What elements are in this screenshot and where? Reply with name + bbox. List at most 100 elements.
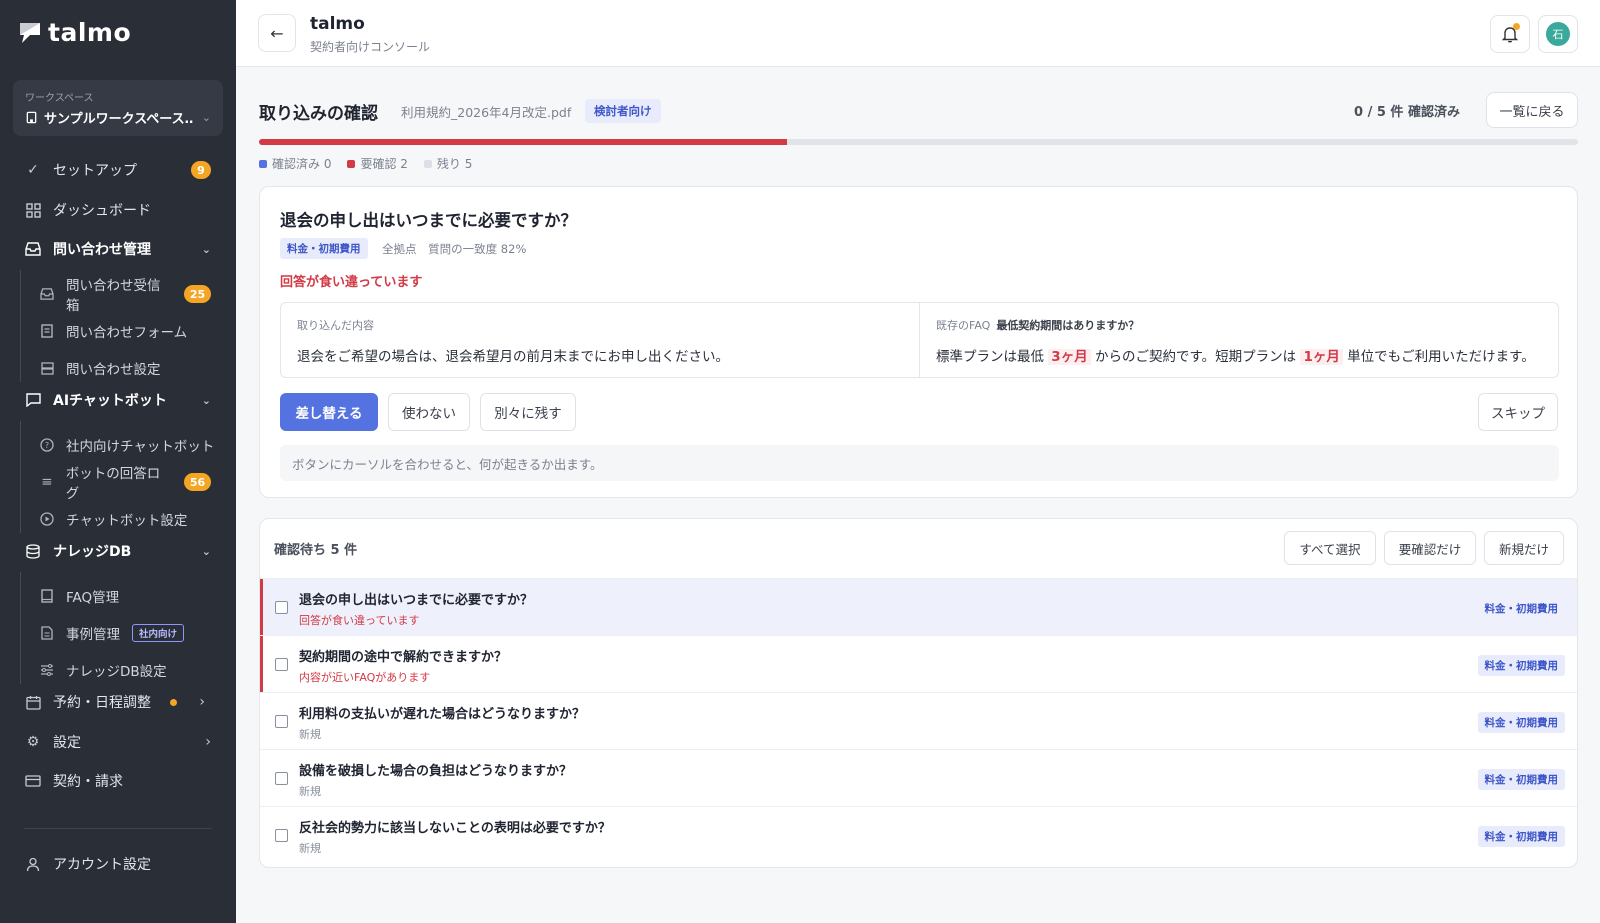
queue-row[interactable]: 反社会的勢力に該当しないことの表明は必要ですか？ 新規 料金・初期費用 bbox=[260, 806, 1577, 863]
sidebar-item-label: 設定 bbox=[53, 735, 81, 751]
row-title: 設備を破損した場合の負担はどうなりますか？ bbox=[299, 764, 573, 779]
progress-legend: 確認済み 0 要確認 2 残り 5 bbox=[259, 155, 472, 172]
review-queue: 確認待ち 5 件 すべて選択 要確認だけ 新規だけ 退会の申し出はいつまでに必要… bbox=[259, 518, 1578, 868]
row-category-tag: 料金・初期費用 bbox=[1484, 603, 1559, 615]
row-title: 契約期間の途中で解約できますか？ bbox=[299, 650, 508, 665]
queue-title: 確認待ち 5 件 bbox=[274, 543, 358, 558]
sidebar-item-internal-chatbot[interactable]: ? 社内向けチャットボット bbox=[28, 428, 223, 462]
workspace-selector[interactable]: ワークスペース サンプルワークスペース… ⌄ bbox=[13, 80, 223, 136]
queue-row[interactable]: 設備を破損した場合の負担はどうなりますか？ 新規 料金・初期費用 bbox=[260, 749, 1577, 806]
inbox-icon bbox=[25, 241, 41, 257]
existing-text: 標準プランは最低 3ヶ月 からのご契約です。短期プランは 1ヶ月 単位でもご利用… bbox=[936, 349, 1535, 365]
sidebar-item-chatbot-settings[interactable]: チャットボット設定 bbox=[28, 502, 223, 536]
sidebar-item-inquiry[interactable]: 問い合わせ管理 ⌄ bbox=[13, 231, 223, 267]
sidebar-item-booking[interactable]: 予約・日程調整 › bbox=[13, 684, 223, 720]
sidebar-item-bot-log[interactable]: ≡ ボットの回答ログ 56 bbox=[28, 465, 223, 502]
highlight-duration: 3ヶ月 bbox=[1048, 349, 1091, 365]
queue-row[interactable]: 退会の申し出はいつまでに必要ですか？ 回答が食い違っています 料金・初期費用 bbox=[260, 578, 1577, 635]
row-category-tag: 料金・初期費用 bbox=[1477, 826, 1565, 847]
select-all-button[interactable]: すべて選択 bbox=[1284, 531, 1376, 565]
sidebar-item-label: ナレッジDB設定 bbox=[66, 664, 167, 680]
row-checkbox[interactable] bbox=[275, 601, 288, 614]
chat-icon bbox=[25, 392, 41, 408]
calendar-icon bbox=[25, 694, 41, 710]
sidebar-item-label: チャットボット設定 bbox=[66, 513, 188, 529]
replace-button[interactable]: 差し替える bbox=[280, 393, 378, 431]
row-title: 反社会的勢力に該当しないことの表明は必要ですか？ bbox=[299, 821, 611, 836]
submenu-line bbox=[20, 270, 21, 382]
chevron-right-icon: › bbox=[205, 734, 211, 750]
avatar: 石 bbox=[1546, 22, 1570, 46]
notification-dot bbox=[1513, 23, 1520, 30]
user-menu-button[interactable]: 石 bbox=[1538, 15, 1578, 53]
sidebar-item-setup[interactable]: ✓ セットアップ 9 bbox=[13, 152, 223, 188]
sidebar-item-label: ボットの回答ログ bbox=[65, 466, 161, 502]
sidebar-item-label: 問い合わせ受信箱 bbox=[66, 278, 161, 314]
sidebar-item-label: AIチャットボット bbox=[53, 393, 167, 409]
sidebar-item-label: FAQ管理 bbox=[66, 590, 120, 606]
svg-text:?: ? bbox=[45, 441, 49, 450]
talmo-logo-icon bbox=[20, 22, 40, 43]
credit-card-icon bbox=[25, 773, 41, 789]
bot-log-badge: 56 bbox=[183, 473, 211, 491]
back-button[interactable]: ← bbox=[258, 14, 296, 52]
internal-tag: 社内向け bbox=[132, 624, 185, 642]
form-icon bbox=[40, 324, 54, 338]
sidebar-item-account[interactable]: アカウント設定 bbox=[13, 846, 223, 882]
row-status: 内容が近いFAQがあります bbox=[299, 671, 431, 684]
app-subtitle: 契約者向けコンソール bbox=[310, 40, 431, 54]
back-to-list-button[interactable]: 一覧に戻る bbox=[1486, 92, 1578, 128]
logo[interactable]: talmo bbox=[18, 18, 131, 47]
scope-text: 全拠点 bbox=[382, 242, 417, 256]
new-only-filter-button[interactable]: 新規だけ bbox=[1484, 531, 1564, 565]
sidebar-item-billing[interactable]: 契約・請求 bbox=[13, 763, 223, 799]
top-header: ← talmo 契約者向けコンソール 石 bbox=[236, 0, 1600, 67]
sidebar-item-knowledge-settings[interactable]: ナレッジDB設定 bbox=[28, 653, 223, 687]
notifications-button[interactable] bbox=[1490, 15, 1530, 53]
sidebar-item-knowledge-db[interactable]: ナレッジDB ⌄ bbox=[13, 533, 223, 569]
sidebar-item-inquiry-inbox[interactable]: 問い合わせ受信箱 25 bbox=[28, 277, 223, 314]
sidebar-divider bbox=[24, 828, 212, 829]
conflict-message: 回答が食い違っています bbox=[280, 275, 423, 290]
sidebar-item-inquiry-settings[interactable]: 問い合わせ設定 bbox=[28, 351, 223, 385]
sidebar-item-label: ダッシュボード bbox=[53, 203, 151, 219]
progress-bar bbox=[259, 139, 1578, 145]
sidebar-item-label: 問い合わせ管理 bbox=[53, 242, 151, 258]
chevron-down-icon: ⌄ bbox=[201, 111, 211, 124]
sidebar-item-inquiry-form[interactable]: 問い合わせフォーム bbox=[28, 314, 223, 348]
row-title: 退会の申し出はいつまでに必要ですか？ bbox=[299, 593, 534, 608]
row-checkbox[interactable] bbox=[275, 772, 288, 785]
comparison-panel: 取り込んだ内容 退会をご希望の場合は、退会希望月の前月末までにお申し出ください。… bbox=[280, 302, 1559, 378]
needs-review-filter-button[interactable]: 要確認だけ bbox=[1384, 531, 1476, 565]
row-category-tag: 料金・初期費用 bbox=[1477, 655, 1565, 676]
skip-button[interactable]: スキップ bbox=[1478, 393, 1558, 431]
keep-separate-button[interactable]: 別々に残す bbox=[480, 393, 576, 431]
logo-text: talmo bbox=[48, 18, 132, 47]
queue-row[interactable]: 契約期間の途中で解約できますか？ 内容が近いFAQがあります 料金・初期費用 bbox=[260, 635, 1577, 692]
queue-row[interactable]: 利用料の支払いが遅れた場合はどうなりますか？ 新規 料金・初期費用 bbox=[260, 692, 1577, 749]
sidebar-item-label: 事例管理 bbox=[66, 627, 120, 643]
review-detail-card: 退会の申し出はいつまでに必要ですか？ 料金・初期費用 全拠点 質問の一致度 82… bbox=[259, 186, 1578, 498]
document-icon bbox=[40, 626, 54, 640]
sidebar-item-ai-chatbot[interactable]: AIチャットボット ⌄ bbox=[13, 382, 223, 418]
grid-icon bbox=[25, 202, 41, 218]
hint-text: ボタンにカーソルを合わせると、何が起きるか出ます。 bbox=[280, 445, 1559, 481]
row-status: 新規 bbox=[299, 842, 321, 855]
inbox-icon bbox=[40, 287, 54, 301]
list-icon: ≡ bbox=[41, 474, 53, 490]
row-status: 回答が食い違っています bbox=[299, 614, 420, 627]
sidebar-item-settings[interactable]: ⚙ 設定 › bbox=[13, 724, 223, 760]
sidebar-item-dashboard[interactable]: ダッシュボード bbox=[13, 192, 223, 228]
row-checkbox[interactable] bbox=[275, 715, 288, 728]
row-checkbox[interactable] bbox=[275, 829, 288, 842]
row-status: 新規 bbox=[299, 785, 321, 798]
sidebar-item-label: 社内向けチャットボット bbox=[66, 439, 215, 455]
audience-tag: 検討者向け bbox=[585, 99, 661, 123]
sidebar-item-faq[interactable]: FAQ管理 bbox=[28, 579, 223, 613]
dont-use-button[interactable]: 使わない bbox=[388, 393, 470, 431]
status-bar bbox=[260, 579, 263, 635]
server-icon bbox=[40, 361, 54, 375]
sidebar-item-cases[interactable]: 事例管理 社内向け bbox=[28, 616, 223, 650]
row-checkbox[interactable] bbox=[275, 658, 288, 671]
play-circle-icon bbox=[40, 512, 54, 526]
